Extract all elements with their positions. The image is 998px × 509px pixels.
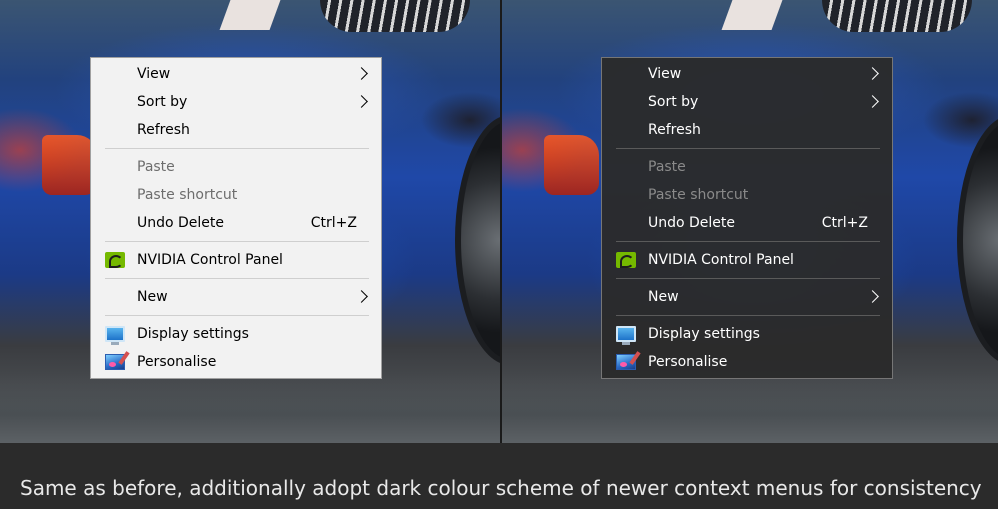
menu-item-paste-shortcut: Paste shortcut bbox=[91, 181, 381, 209]
menu-item-view[interactable]: View bbox=[91, 60, 381, 88]
wallpaper-tail-light bbox=[42, 135, 97, 195]
chevron-right-icon bbox=[357, 69, 367, 79]
display-icon bbox=[616, 326, 636, 345]
wallpaper-tail-light bbox=[544, 135, 599, 195]
menu-separator bbox=[105, 241, 369, 242]
menu-item-personalise[interactable]: Personalise bbox=[91, 348, 381, 376]
personalise-icon bbox=[105, 354, 125, 370]
menu-item-label: Sort by bbox=[648, 94, 699, 110]
menu-item-label: View bbox=[137, 66, 171, 82]
menu-separator bbox=[105, 148, 369, 149]
chevron-right-icon bbox=[357, 97, 367, 107]
menu-item-label: NVIDIA Control Panel bbox=[137, 252, 283, 268]
wallpaper-ground bbox=[502, 373, 998, 443]
menu-item-personalise[interactable]: Personalise bbox=[602, 348, 892, 376]
chevron-right-icon bbox=[868, 292, 878, 302]
menu-item-label: View bbox=[648, 66, 682, 82]
menu-item-new[interactable]: New bbox=[91, 283, 381, 311]
menu-item-label: Paste bbox=[648, 159, 686, 175]
menu-item-label: Refresh bbox=[648, 122, 701, 138]
chevron-right-icon bbox=[868, 69, 878, 79]
menu-item-display-settings[interactable]: Display settings bbox=[602, 320, 892, 348]
menu-item-shortcut: Ctrl+Z bbox=[821, 215, 868, 231]
menu-item-refresh[interactable]: Refresh bbox=[91, 116, 381, 144]
menu-item-label: Paste shortcut bbox=[137, 187, 238, 203]
menu-item-nvidia-control-panel[interactable]: NVIDIA Control Panel bbox=[602, 246, 892, 274]
menu-item-label: Sort by bbox=[137, 94, 188, 110]
display-icon bbox=[105, 326, 125, 345]
wallpaper-grille bbox=[320, 0, 470, 32]
personalise-icon bbox=[616, 354, 636, 370]
menu-item-label: NVIDIA Control Panel bbox=[648, 252, 794, 268]
menu-item-view[interactable]: View bbox=[602, 60, 892, 88]
menu-item-label: Display settings bbox=[648, 326, 760, 342]
menu-item-label: Personalise bbox=[648, 354, 728, 370]
menu-item-label: Undo Delete bbox=[648, 215, 736, 231]
menu-separator bbox=[616, 148, 880, 149]
dark-menu-panel: View Sort by Refresh Paste Paste shortcu… bbox=[502, 0, 998, 443]
wallpaper-grille bbox=[822, 0, 972, 32]
nvidia-icon bbox=[105, 252, 125, 268]
menu-separator bbox=[105, 278, 369, 279]
menu-item-label: Paste bbox=[137, 159, 175, 175]
menu-item-nvidia-control-panel[interactable]: NVIDIA Control Panel bbox=[91, 246, 381, 274]
menu-item-label: Display settings bbox=[137, 326, 249, 342]
menu-item-label: Paste shortcut bbox=[648, 187, 749, 203]
menu-item-label: Personalise bbox=[137, 354, 217, 370]
menu-item-new[interactable]: New bbox=[602, 283, 892, 311]
menu-item-refresh[interactable]: Refresh bbox=[602, 116, 892, 144]
light-menu-panel: View Sort by Refresh Paste Paste shortcu… bbox=[0, 0, 500, 443]
menu-item-display-settings[interactable]: Display settings bbox=[91, 320, 381, 348]
menu-item-sort-by[interactable]: Sort by bbox=[91, 88, 381, 116]
menu-item-paste: Paste bbox=[91, 153, 381, 181]
menu-item-label: Undo Delete bbox=[137, 215, 225, 231]
context-menu-dark: View Sort by Refresh Paste Paste shortcu… bbox=[601, 57, 893, 379]
nvidia-icon bbox=[616, 252, 636, 268]
menu-separator bbox=[616, 315, 880, 316]
menu-item-label: Refresh bbox=[137, 122, 190, 138]
menu-item-paste: Paste bbox=[602, 153, 892, 181]
menu-item-shortcut: Ctrl+Z bbox=[310, 215, 357, 231]
wallpaper-ground bbox=[0, 373, 500, 443]
menu-item-paste-shortcut: Paste shortcut bbox=[602, 181, 892, 209]
menu-item-undo-delete[interactable]: Undo Delete Ctrl+Z bbox=[602, 209, 892, 237]
caption-text: Same as before, additionally adopt dark … bbox=[20, 476, 982, 500]
menu-item-sort-by[interactable]: Sort by bbox=[602, 88, 892, 116]
menu-separator bbox=[616, 241, 880, 242]
menu-separator bbox=[616, 278, 880, 279]
chevron-right-icon bbox=[357, 292, 367, 302]
chevron-right-icon bbox=[868, 97, 878, 107]
context-menu-light: View Sort by Refresh Paste Paste shortcu… bbox=[90, 57, 382, 379]
menu-item-label: New bbox=[648, 289, 679, 305]
menu-item-label: New bbox=[137, 289, 168, 305]
menu-separator bbox=[105, 315, 369, 316]
menu-item-undo-delete[interactable]: Undo Delete Ctrl+Z bbox=[91, 209, 381, 237]
